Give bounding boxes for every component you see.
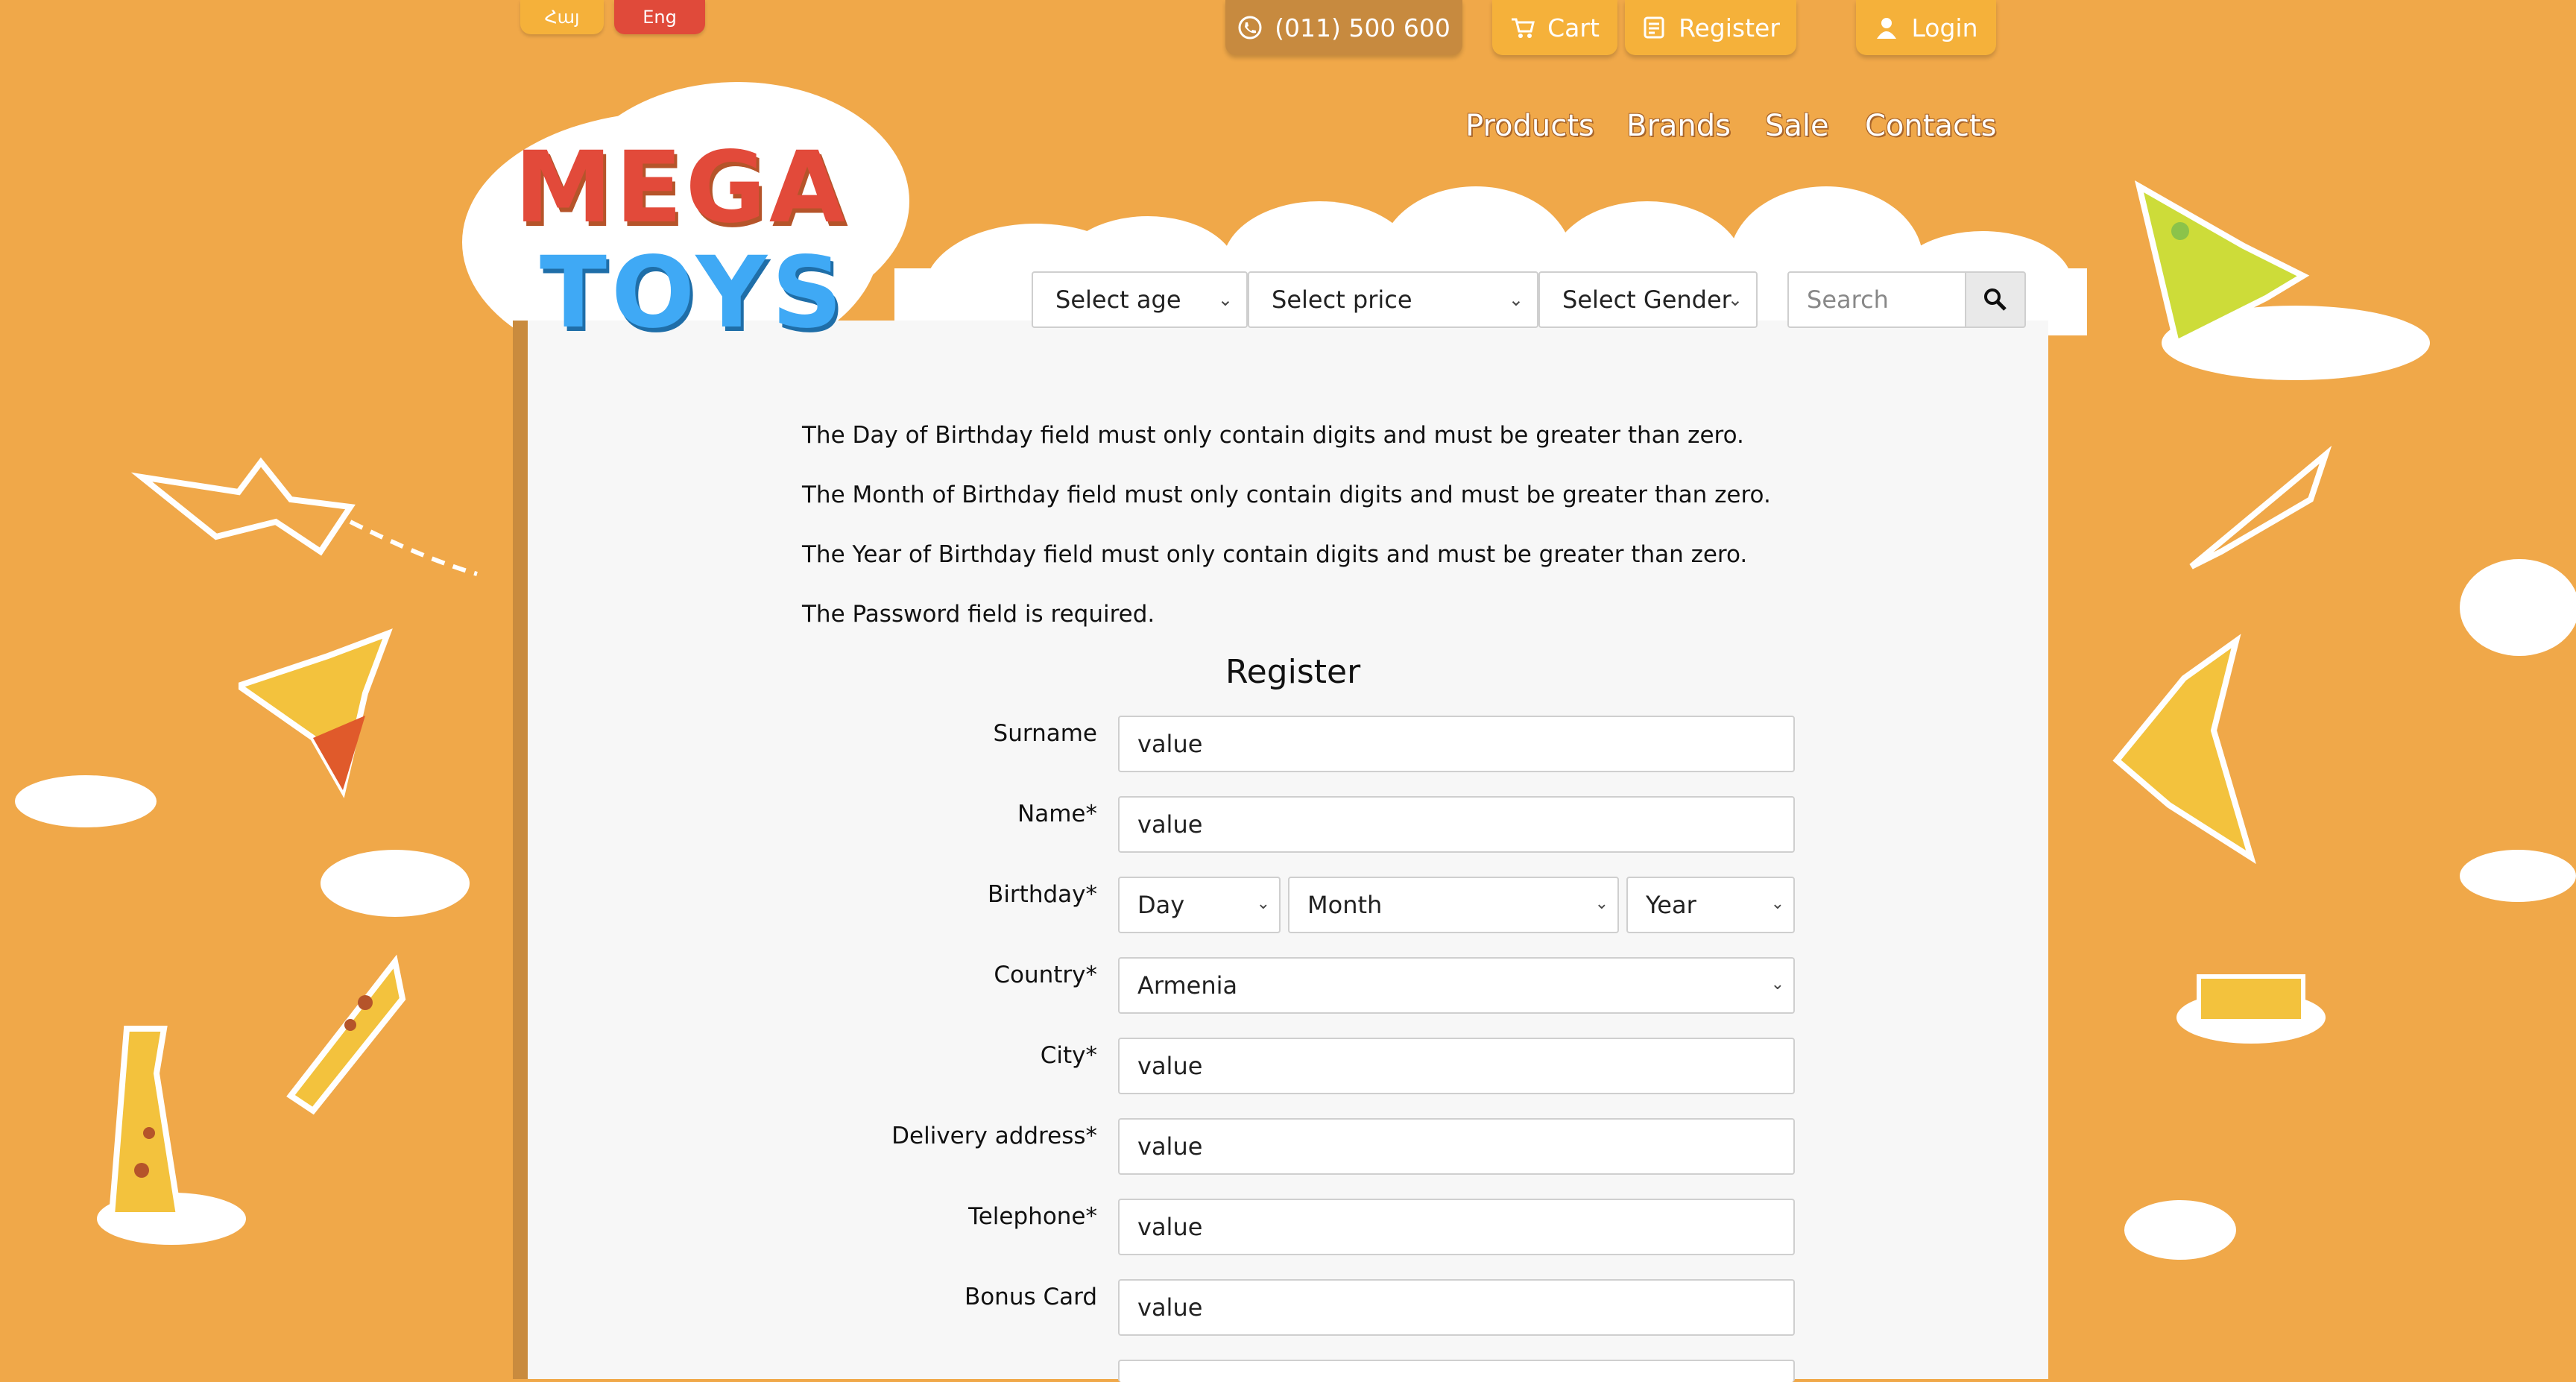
chevron-down-icon: ⌄ bbox=[1594, 894, 1609, 913]
login-button[interactable]: Login bbox=[1856, 0, 1996, 55]
birthday-label: Birthday* bbox=[988, 881, 1097, 908]
logo-toys: TOYS bbox=[540, 236, 847, 350]
chevron-down-icon: ⌄ bbox=[1727, 289, 1743, 310]
delivery-address-label: Delivery address* bbox=[891, 1123, 1097, 1149]
cart-icon bbox=[1512, 18, 1535, 38]
name-value: value bbox=[1137, 810, 1203, 839]
telephone-value: value bbox=[1137, 1213, 1203, 1241]
birthday-year-select[interactable]: Year ⌄ bbox=[1626, 877, 1795, 933]
delivery-address-value: value bbox=[1137, 1132, 1203, 1161]
lang-english-button[interactable]: Eng bbox=[614, 0, 705, 34]
price-select-value: Select price bbox=[1272, 285, 1412, 314]
error-message: The Password field is required. bbox=[802, 601, 1155, 628]
train-icon bbox=[2197, 974, 2305, 1023]
error-message: The Day of Birthday field must only cont… bbox=[802, 422, 1744, 449]
country-select[interactable]: Armenia ⌄ bbox=[1118, 957, 1795, 1014]
chevron-down-icon: ⌄ bbox=[1256, 894, 1270, 913]
gender-select[interactable]: Select Gender ⌄ bbox=[1538, 271, 1758, 328]
origami-bird-icon bbox=[239, 628, 393, 798]
surname-label: Surname bbox=[993, 720, 1097, 747]
telephone-field[interactable]: value bbox=[1118, 1199, 1795, 1255]
age-select-value: Select age bbox=[1055, 285, 1181, 314]
nav-products[interactable]: Products bbox=[1465, 109, 1594, 143]
email-field[interactable] bbox=[1118, 1360, 1795, 1382]
telephone-label: Telephone* bbox=[968, 1203, 1097, 1230]
nav-brands[interactable]: Brands bbox=[1626, 109, 1731, 143]
phone-button[interactable]: (011) 500 600 bbox=[1225, 0, 1462, 55]
bonus-card-label: Bonus Card bbox=[964, 1284, 1097, 1310]
price-select[interactable]: Select price ⌄ bbox=[1248, 271, 1538, 328]
birthday-day-select[interactable]: Day ⌄ bbox=[1118, 877, 1281, 933]
search-icon bbox=[1984, 288, 2007, 311]
logo[interactable]: MEGA TOYS bbox=[514, 139, 848, 349]
form-title: Register bbox=[1225, 653, 1361, 691]
airplane-icon bbox=[2189, 445, 2332, 569]
error-message: The Month of Birthday field must only co… bbox=[802, 482, 1771, 508]
city-label: City* bbox=[1040, 1042, 1097, 1069]
panel-edge bbox=[513, 321, 528, 1379]
login-label: Login bbox=[1911, 13, 1978, 42]
gender-select-value: Select Gender bbox=[1562, 285, 1731, 314]
birthday-month-select[interactable]: Month ⌄ bbox=[1288, 877, 1619, 933]
chevron-down-icon: ⌄ bbox=[1217, 289, 1233, 310]
name-label: Name* bbox=[1017, 801, 1097, 827]
nav-sale[interactable]: Sale bbox=[1765, 109, 1829, 143]
register-icon bbox=[1644, 16, 1664, 39]
rocket-icon bbox=[2134, 180, 2310, 347]
chevron-down-icon: ⌄ bbox=[1770, 894, 1784, 913]
bonus-card-field[interactable]: value bbox=[1118, 1279, 1795, 1336]
cart-label: Cart bbox=[1547, 13, 1600, 42]
phone-number: (011) 500 600 bbox=[1275, 13, 1450, 42]
day-value: Day bbox=[1137, 891, 1185, 919]
cloud bbox=[321, 850, 470, 917]
month-value: Month bbox=[1307, 891, 1383, 919]
cloud bbox=[15, 775, 157, 827]
airplane-icon bbox=[130, 457, 478, 576]
register-button[interactable]: Register bbox=[1625, 0, 1796, 55]
cart-button[interactable]: Cart bbox=[1492, 0, 1617, 55]
origami-bird-icon bbox=[2112, 634, 2256, 865]
register-label: Register bbox=[1679, 13, 1780, 42]
country-value: Armenia bbox=[1137, 971, 1238, 1000]
name-field[interactable]: value bbox=[1118, 796, 1795, 853]
chevron-down-icon: ⌄ bbox=[1508, 289, 1524, 310]
phone-icon bbox=[1238, 16, 1262, 40]
chevron-down-icon: ⌄ bbox=[1770, 975, 1784, 994]
surname-field[interactable]: value bbox=[1118, 716, 1795, 772]
logo-mega: MEGA bbox=[514, 130, 849, 245]
bonus-card-value: value bbox=[1137, 1293, 1203, 1322]
search-button[interactable] bbox=[1966, 271, 2026, 328]
age-select[interactable]: Select age ⌄ bbox=[1032, 271, 1248, 328]
lang-armenian-button[interactable]: Հայ bbox=[520, 0, 604, 34]
nav-contacts[interactable]: Contacts bbox=[1865, 109, 1996, 143]
search-input[interactable]: Search bbox=[1787, 271, 1966, 328]
surname-value: value bbox=[1137, 730, 1203, 758]
rocket-icon bbox=[286, 954, 406, 1115]
search-placeholder: Search bbox=[1807, 285, 1889, 314]
cloud bbox=[2124, 1200, 2236, 1260]
city-field[interactable]: value bbox=[1118, 1038, 1795, 1094]
cloud bbox=[2460, 850, 2576, 902]
city-value: value bbox=[1137, 1052, 1203, 1080]
user-icon bbox=[1877, 18, 1897, 39]
delivery-address-field[interactable]: value bbox=[1118, 1118, 1795, 1175]
year-value: Year bbox=[1646, 891, 1696, 919]
error-message: The Year of Birthday field must only con… bbox=[802, 541, 1748, 568]
giraffe-icon bbox=[108, 1026, 183, 1218]
country-label: Country* bbox=[994, 962, 1097, 988]
cloud bbox=[2460, 559, 2576, 656]
